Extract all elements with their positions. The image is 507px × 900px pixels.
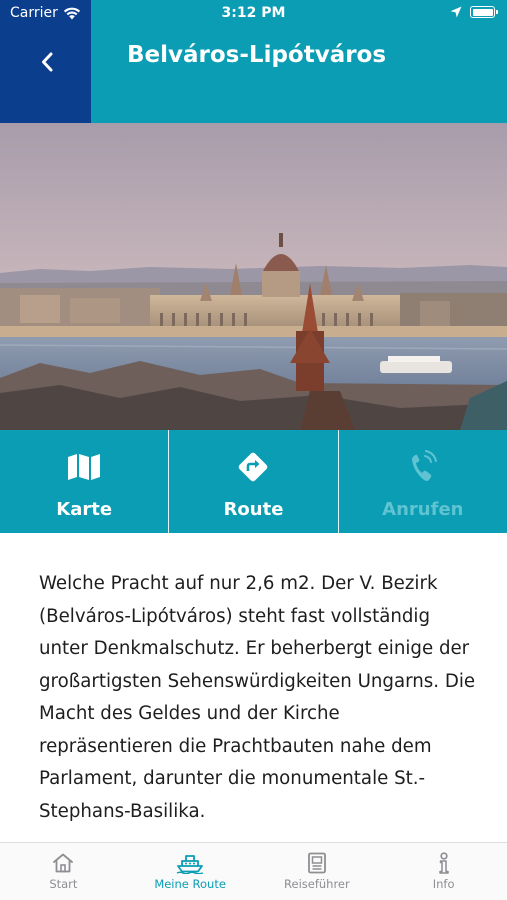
- page-title: Belváros-Lipótváros: [127, 42, 387, 68]
- status-time: 3:12 PM: [221, 5, 286, 21]
- battery-icon: [470, 6, 498, 18]
- tab-info[interactable]: Info: [380, 843, 507, 900]
- chevron-left-icon: [42, 52, 53, 72]
- map-icon: [66, 451, 102, 483]
- phone-icon: [408, 450, 438, 483]
- status-bar: Carrier 3:12 PM: [0, 0, 507, 28]
- route-button-label: Route: [223, 499, 284, 520]
- tab-reisefuehrer[interactable]: Reiseführer: [254, 843, 381, 900]
- directions-icon: [237, 451, 269, 483]
- action-bar: Karte Route Anrufen: [0, 430, 507, 533]
- guidebook-icon: [307, 852, 326, 874]
- map-button-label: Karte: [56, 499, 113, 520]
- header-bar: Carrier 3:12 PM Belváros-Lipótváros: [0, 0, 507, 123]
- back-button[interactable]: [30, 44, 64, 80]
- tab-bar: Start Meine Route Reiseführer Info: [0, 842, 507, 900]
- location-arrow-icon: [450, 6, 462, 18]
- call-button[interactable]: Anrufen: [337, 430, 507, 533]
- route-button[interactable]: Route: [168, 430, 337, 533]
- hero-image: [0, 123, 507, 430]
- tab-meine-route-label: Meine Route: [154, 877, 226, 891]
- home-icon: [53, 853, 74, 873]
- status-right: [450, 6, 498, 18]
- info-icon: [438, 852, 449, 874]
- map-button[interactable]: Karte: [0, 430, 168, 533]
- call-button-label: Anrufen: [382, 499, 464, 520]
- description-text: Welche Pracht auf nur 2,6 m2. Der V. Bez…: [39, 573, 476, 822]
- tab-start-label: Start: [49, 877, 78, 891]
- battery-level: [472, 8, 493, 16]
- tab-info-label: Info: [432, 877, 455, 891]
- tab-reisefuehrer-label: Reiseführer: [284, 877, 350, 891]
- ship-icon: [176, 855, 204, 874]
- tab-meine-route[interactable]: Meine Route: [127, 843, 254, 900]
- tab-start[interactable]: Start: [0, 843, 127, 900]
